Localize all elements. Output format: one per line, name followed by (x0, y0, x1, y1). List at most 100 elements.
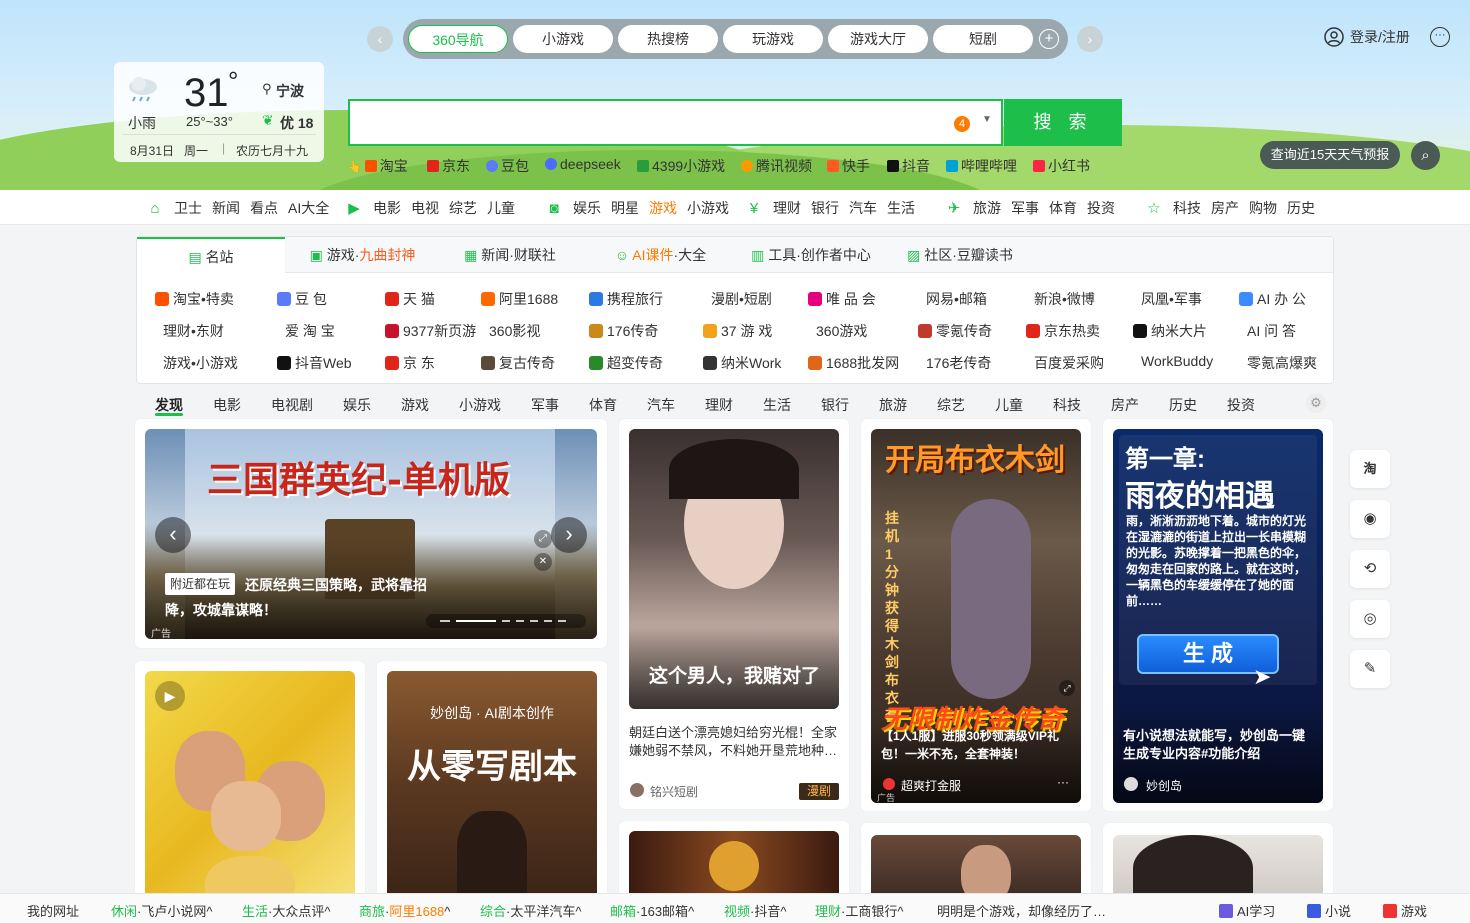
site-link[interactable]: 游戏•小游戏 (163, 353, 238, 373)
category-tab[interactable]: 房产 (1111, 395, 1139, 415)
category-tab[interactable]: 游戏 (401, 395, 429, 415)
category-tab[interactable]: 儿童 (995, 395, 1023, 415)
category-tab[interactable]: 电影 (213, 395, 241, 415)
bottom-link[interactable]: 视频·抖音^ (724, 901, 786, 920)
panel-tab-games[interactable]: ▣ 游戏·九曲封神 (290, 237, 435, 273)
site-link[interactable]: AI 问 答 (1247, 321, 1296, 341)
side-taobao-button[interactable]: 淘 (1350, 450, 1390, 488)
site-link[interactable]: 携程旅行 (589, 289, 663, 309)
bottom-link[interactable]: 理财·工商银行^ (815, 901, 903, 920)
login-button[interactable]: 登录/注册 (1324, 26, 1410, 48)
site-link[interactable]: 漫剧•短剧 (711, 289, 772, 309)
script-image[interactable]: 妙创岛 · AI剧本创作 从零写剧本 (387, 671, 597, 901)
quick-link-xiaohongshu[interactable]: 小红书 (1033, 156, 1090, 176)
site-link[interactable]: 理财•东财 (163, 321, 224, 341)
category-tab[interactable]: 汽车 (647, 395, 675, 415)
panel-tab-famous-sites[interactable]: ▤ 名站 (137, 237, 285, 275)
drama-image[interactable]: 这个男人，我赌对了 (629, 429, 839, 709)
partial-image-2[interactable] (871, 835, 1081, 901)
category-tab[interactable]: 银行 (821, 395, 849, 415)
quick-link-douyin[interactable]: 抖音 (887, 156, 930, 176)
fullscreen-icon[interactable]: ⤢ (534, 530, 552, 548)
bottom-ai-study[interactable]: AI学习 (1219, 901, 1275, 920)
site-link[interactable]: WorkBuddy (1141, 353, 1213, 369)
site-link[interactable]: 9377新页游 (385, 321, 476, 341)
banner-next-button[interactable]: › (551, 517, 587, 553)
tab-game-hall[interactable]: 游戏大厅 (828, 25, 928, 53)
side-bag-button[interactable]: ◉ (1350, 500, 1390, 538)
category-tab[interactable]: 投资 (1227, 395, 1255, 415)
search-icon[interactable]: ⌕ (1411, 141, 1440, 170)
site-link[interactable]: 新浪•微博 (1034, 289, 1095, 309)
search-input[interactable] (348, 99, 1003, 146)
site-link[interactable]: 37 游 戏 (703, 321, 772, 341)
site-link[interactable]: 超变传奇 (589, 353, 663, 373)
chevron-down-icon[interactable]: ▼ (982, 114, 992, 125)
quick-link-doubao[interactable]: 豆包 (486, 156, 529, 176)
category-tab[interactable]: 体育 (589, 395, 617, 415)
game-ad-author[interactable]: 超爽打金服 (901, 777, 961, 794)
quick-link-bilibili[interactable]: 哔哩哔哩 (946, 156, 1017, 176)
mute-icon[interactable]: ✕ (534, 553, 552, 571)
add-tab-icon[interactable]: + (1039, 29, 1059, 49)
quick-link-jd[interactable]: 京东 (427, 156, 470, 176)
quick-link-taobao[interactable]: 👆 淘宝 (348, 156, 408, 176)
site-link[interactable]: 网易•邮箱 (926, 289, 987, 309)
partial-image-3[interactable] (1113, 835, 1323, 901)
site-link[interactable]: 零氪传奇 (918, 321, 992, 341)
site-link[interactable]: 京 东 (385, 353, 435, 373)
quick-link-4399[interactable]: 4399小游戏 (637, 156, 725, 176)
category-tab[interactable]: 电视剧 (271, 395, 313, 415)
drama-author[interactable]: 铭兴短剧 (650, 783, 698, 800)
panel-tab-ai[interactable]: ☺ AI课件·大全 (598, 237, 723, 273)
tab-mini-games[interactable]: 小游戏 (513, 25, 613, 53)
cartoon-image[interactable]: ▶ (145, 671, 355, 901)
fullscreen-icon-2[interactable]: ⤢ (1059, 680, 1075, 696)
site-link[interactable]: 百度爱采购 (1034, 353, 1104, 373)
site-link[interactable]: 爱 淘 宝 (285, 321, 335, 341)
site-link[interactable]: 淘宝•特卖 (155, 289, 234, 309)
panel-tab-community[interactable]: ▨ 社区·豆瓣读书 (895, 237, 1025, 273)
drama-title[interactable]: 朝廷白送个漂亮媳妇给穷光棍！全家嫌她弱不禁风，不料她开垦荒地种… (629, 724, 839, 760)
site-link[interactable]: 凤凰•军事 (1141, 289, 1202, 309)
search-button[interactable]: 搜 索 (1004, 99, 1122, 146)
bottom-link[interactable]: 邮箱·163邮箱^ (610, 901, 694, 920)
site-link[interactable]: 抖音Web (277, 353, 352, 373)
bottom-link[interactable]: 综合·太平洋汽车^ (480, 901, 581, 920)
category-tab[interactable]: 科技 (1053, 395, 1081, 415)
panel-tab-tools[interactable]: ▥ 工具·创作者中心 (740, 237, 882, 273)
category-tab[interactable]: 发现 (155, 395, 183, 415)
panel-tab-news[interactable]: ▦ 新闻·财联社 (445, 237, 575, 273)
side-feather-button[interactable]: ✎ (1350, 650, 1390, 688)
novel-author[interactable]: 妙创岛 (1146, 777, 1182, 794)
category-tab[interactable]: 综艺 (937, 395, 965, 415)
site-link[interactable]: 京东热卖 (1026, 321, 1100, 341)
video-play-icon[interactable]: ▶ (155, 681, 185, 711)
bottom-link[interactable]: 商旅·阿里1688^ (359, 901, 450, 920)
settings-gear-icon[interactable]: ⚙ (1306, 393, 1326, 413)
site-link[interactable]: AI 办 公 (1239, 289, 1306, 309)
tab-prev-button[interactable]: ‹ (367, 26, 393, 52)
novel-image[interactable]: 第一章: 雨夜的相遇 雨，淅淅沥沥地下着。城市的灯光在湿漉漉的街道上拉出一长串模… (1113, 429, 1323, 803)
banner-prev-button[interactable]: ‹ (155, 517, 191, 553)
more-options-icon[interactable]: ··· (1057, 775, 1069, 789)
tab-play-games[interactable]: 玩游戏 (723, 25, 823, 53)
tab-next-button[interactable]: › (1077, 26, 1103, 52)
tab-hot-search[interactable]: 热搜榜 (618, 25, 718, 53)
site-link[interactable]: 纳米大片 (1133, 321, 1207, 341)
category-tab[interactable]: 历史 (1169, 395, 1197, 415)
tab-360nav[interactable]: 360导航 (408, 25, 508, 53)
bottom-game[interactable]: 游戏 (1383, 901, 1427, 920)
bottom-link[interactable]: 休闲·飞卢小说网^ (111, 901, 212, 920)
weather-forecast-button[interactable]: 查询近15天天气预报 (1260, 141, 1400, 169)
bottom-link[interactable]: 生活·大众点评^ (242, 901, 330, 920)
site-link[interactable]: 豆 包 (277, 289, 327, 309)
site-link[interactable]: 复古传奇 (481, 353, 555, 373)
site-link[interactable]: 天 猫 (385, 289, 435, 309)
game-ad-caption[interactable]: 【1人1服】进服30秒领满级VIP礼包！一米不充，全套神装！ (881, 727, 1075, 763)
site-link[interactable]: 176老传奇 (926, 353, 991, 373)
bottom-novel[interactable]: 小说 (1307, 901, 1351, 920)
novel-caption[interactable]: 有小说想法就能写，妙创岛一键生成专业内容#功能介绍 (1123, 727, 1317, 763)
site-link[interactable]: 阿里1688 (481, 289, 558, 309)
site-link[interactable]: 360影视 (489, 321, 540, 341)
